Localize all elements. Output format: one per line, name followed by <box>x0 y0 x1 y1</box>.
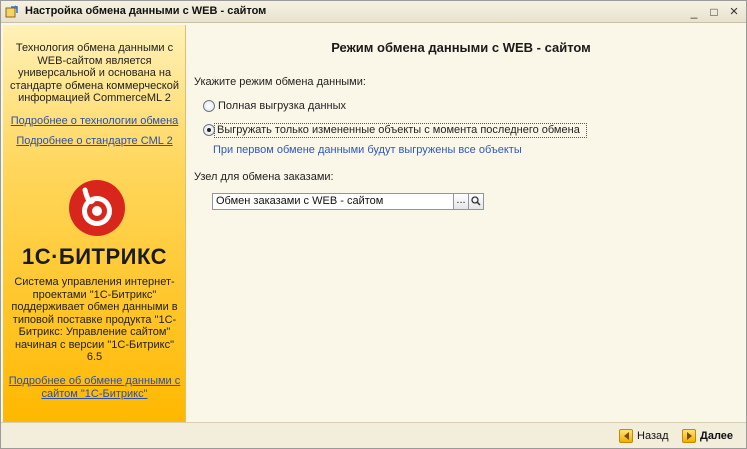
select-button[interactable]: ... <box>453 193 469 210</box>
back-button[interactable]: Назад <box>619 427 669 445</box>
dialog-window: Настройка обмена данными с WEB - сайтом … <box>0 0 747 449</box>
mode-prompt-label: Укажите режим обмена данными: <box>194 76 366 88</box>
radio-changed-only-label[interactable]: Выгружать только измененные объекты с мо… <box>217 124 580 136</box>
title-bar: Настройка обмена данными с WEB - сайтом … <box>1 1 746 23</box>
close-button[interactable]: × <box>726 4 742 20</box>
bitrix-logo-text: 1С·БИТРИКС <box>21 244 168 269</box>
open-button[interactable] <box>468 193 484 210</box>
back-arrow-icon <box>619 429 633 443</box>
page-title: Режим обмена данными с WEB - сайтом <box>331 40 591 55</box>
next-button-label: Далее <box>700 430 734 442</box>
radio-full-export-label[interactable]: Полная выгрузка данных <box>218 100 346 112</box>
app-icon <box>5 5 18 18</box>
sidebar-intro-text: Технология обмена данными с WEB-сайтом я… <box>10 42 179 104</box>
sidebar: Технология обмена данными с WEB-сайтом я… <box>3 25 186 422</box>
bottom-bar: Назад Далее <box>1 422 746 448</box>
minimize-button[interactable]: _ <box>686 4 702 20</box>
exchange-link[interactable]: Подробнее об обмене данными с сайтом "1С… <box>7 375 182 400</box>
next-arrow-icon <box>682 429 696 443</box>
export-note: При первом обмене данными будут выгружен… <box>213 144 522 156</box>
search-icon <box>471 196 481 206</box>
maximize-button[interactable]: □ <box>706 4 722 20</box>
radio-selected-dot <box>207 128 211 132</box>
standard-link[interactable]: Подробнее о стандарте CML 2 <box>7 135 182 148</box>
node-field[interactable]: Обмен заказами с WEB - сайтом <box>212 193 455 210</box>
node-label: Узел для обмена заказами: <box>194 171 334 183</box>
bitrix-logo-icon <box>69 180 125 236</box>
radio-full-export[interactable] <box>203 100 215 112</box>
next-button[interactable]: Далее <box>682 427 733 445</box>
node-field-value: Обмен заказами с WEB - сайтом <box>216 195 384 207</box>
window-title: Настройка обмена данными с WEB - сайтом <box>25 5 267 17</box>
sidebar-description: Система управления интернет-проектами "1… <box>11 276 178 363</box>
technology-link[interactable]: Подробнее о технологии обмена <box>7 115 182 128</box>
back-button-label: Назад <box>637 430 669 442</box>
